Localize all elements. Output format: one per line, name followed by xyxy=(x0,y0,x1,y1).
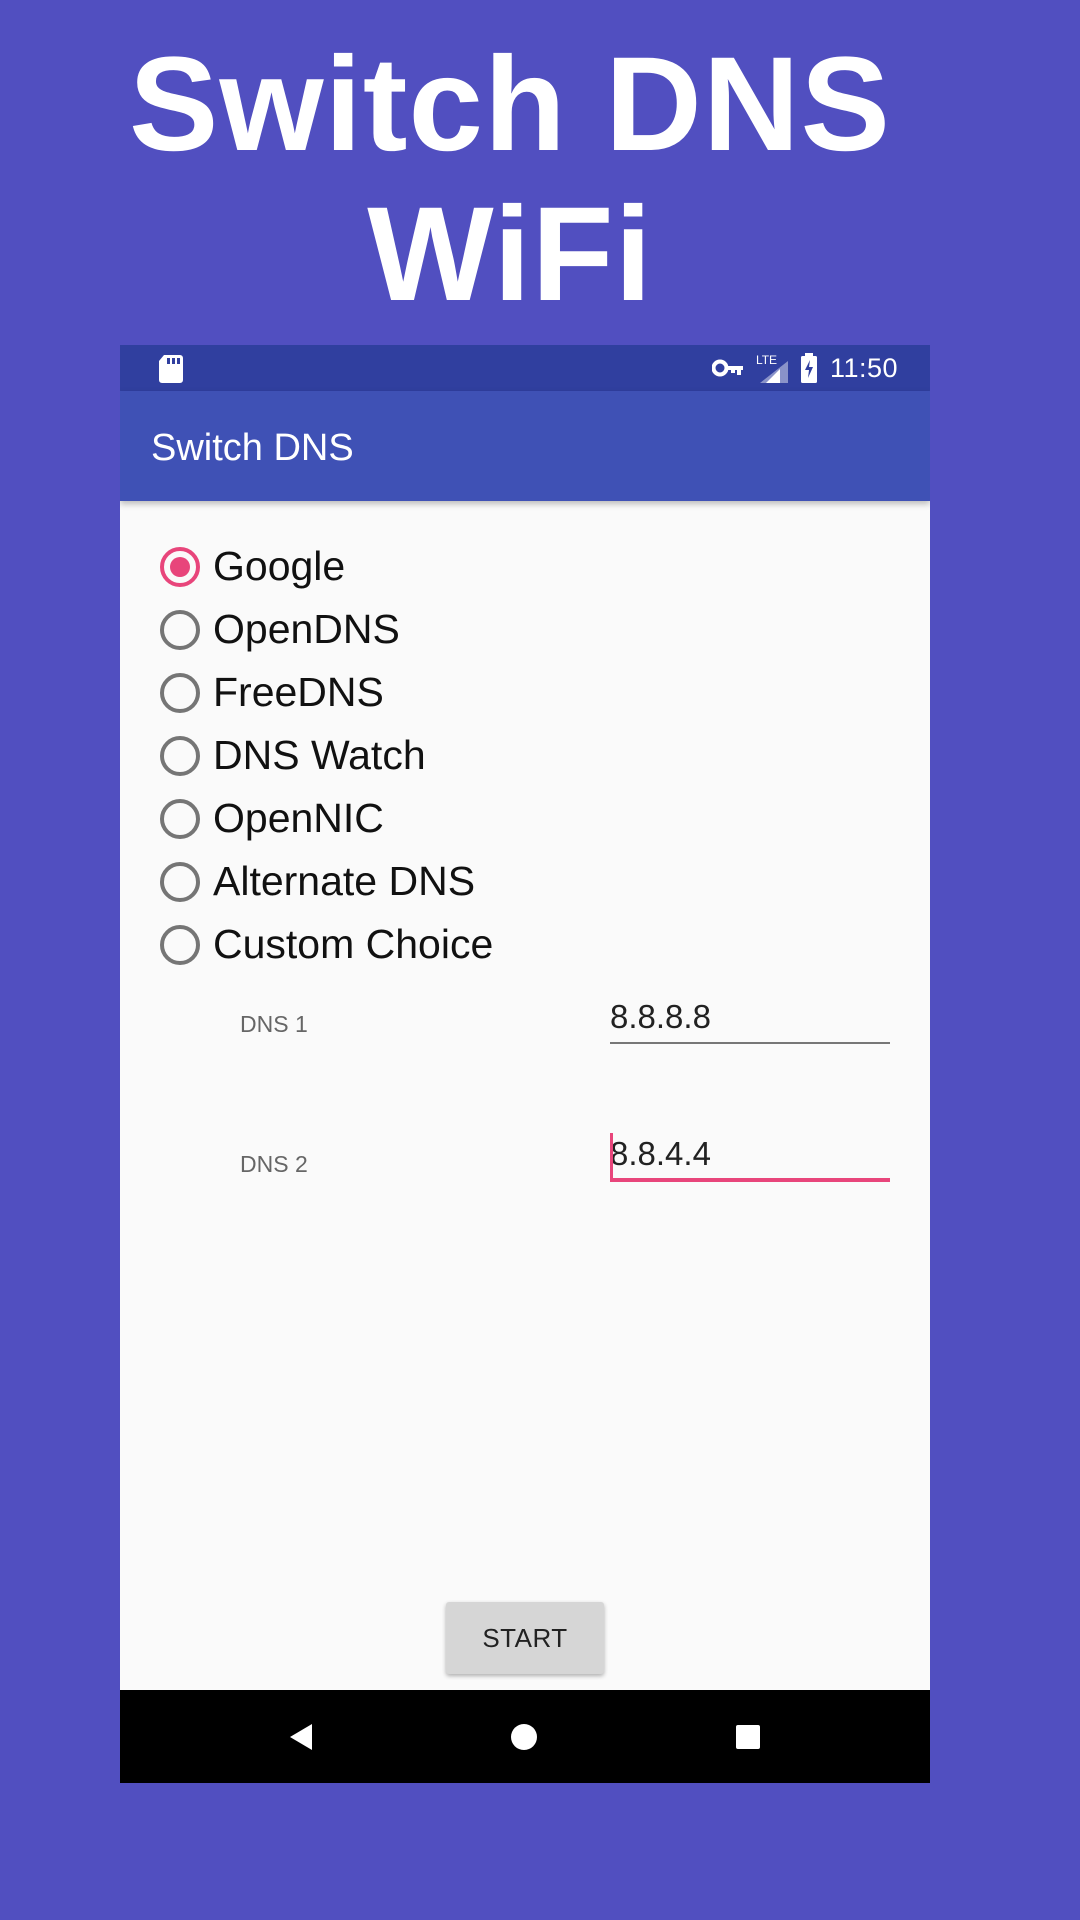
vpn-key-icon xyxy=(711,359,743,377)
recents-icon xyxy=(736,1724,760,1749)
battery-charging-icon xyxy=(800,353,817,383)
radio-label: FreeDNS xyxy=(213,669,384,715)
radio-button-icon[interactable] xyxy=(160,735,200,776)
promo-line-2: WiFi xyxy=(367,180,653,329)
dns-radio-group: Google OpenDNS FreeDNS DNS Watch OpenNIC… xyxy=(160,535,493,976)
start-button[interactable]: START xyxy=(446,1602,604,1674)
status-bar: LTE 11:50 xyxy=(120,345,930,391)
radio-button-icon[interactable] xyxy=(160,672,200,713)
radio-freedns[interactable]: FreeDNS xyxy=(160,661,493,724)
phone-screen: LTE 11:50 Switch DNS Google OpenDNS Free… xyxy=(120,345,930,1783)
status-time: 11:50 xyxy=(829,352,898,383)
radio-alternate-dns[interactable]: Alternate DNS xyxy=(160,850,493,913)
radio-label: DNS Watch xyxy=(213,732,426,778)
promo-headline: Switch DNS WiFi xyxy=(0,30,1020,330)
radio-button-icon[interactable] xyxy=(160,546,200,587)
promo-line-1: Switch DNS xyxy=(129,30,891,179)
app-bar: Switch DNS xyxy=(120,391,930,501)
lte-signal-icon: LTE xyxy=(756,353,788,383)
radio-google[interactable]: Google xyxy=(160,535,493,598)
radio-button-icon[interactable] xyxy=(160,924,200,965)
app-title: Switch DNS xyxy=(151,427,354,469)
text-cursor xyxy=(610,1133,613,1181)
radio-opendns[interactable]: OpenDNS xyxy=(160,598,493,661)
radio-opennic[interactable]: OpenNIC xyxy=(160,787,493,850)
dns1-label: DNS 1 xyxy=(240,1011,308,1037)
nav-bar xyxy=(120,1690,930,1783)
home-icon xyxy=(511,1723,537,1750)
nav-recents-button[interactable] xyxy=(688,1690,808,1783)
nav-home-button[interactable] xyxy=(464,1690,584,1783)
radio-button-icon[interactable] xyxy=(160,798,200,839)
radio-custom-choice[interactable]: Custom Choice xyxy=(160,913,493,976)
radio-label: Google xyxy=(213,543,346,589)
radio-label: OpenDNS xyxy=(213,606,400,652)
radio-dns-watch[interactable]: DNS Watch xyxy=(160,724,493,787)
radio-label: Alternate DNS xyxy=(213,858,476,904)
nav-back-button[interactable] xyxy=(241,1690,361,1783)
dns2-field[interactable] xyxy=(610,1130,890,1182)
radio-label: OpenNIC xyxy=(213,795,384,841)
dns1-field[interactable] xyxy=(610,992,890,1044)
dns2-label: DNS 2 xyxy=(240,1151,308,1177)
radio-button-icon[interactable] xyxy=(160,609,200,650)
back-icon xyxy=(290,1723,312,1750)
radio-button-icon[interactable] xyxy=(160,861,200,902)
sd-card-icon xyxy=(159,355,183,383)
radio-label: Custom Choice xyxy=(213,921,494,967)
